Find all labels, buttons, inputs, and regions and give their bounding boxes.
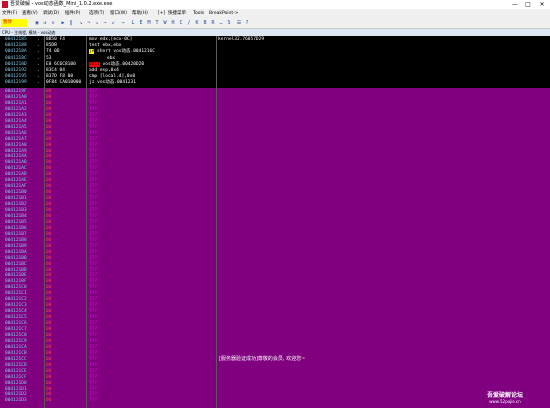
row-instruction: jz vos动态.0041231 xyxy=(89,80,136,86)
help-icon[interactable]: ? xyxy=(244,20,250,26)
code-row[interactable]: 00412195. 837D F8 00 cmp [local.4],0x0 xyxy=(0,74,550,80)
call-stack-icon[interactable]: K xyxy=(194,20,200,26)
menu-window[interactable]: 窗口(W) xyxy=(110,9,127,18)
code-row[interactable]: 0041218C. 53 ebx xyxy=(0,56,550,62)
code-row[interactable]: 00412199. 0F84 CA010000 jz vos动态.0041231 xyxy=(0,80,550,86)
row-marker: . xyxy=(37,55,40,61)
menu-options[interactable]: 选项(T) xyxy=(89,9,104,18)
trace-over-icon[interactable]: ⇒ xyxy=(102,20,108,26)
instruction-operand: vos动态.00420D20 xyxy=(99,61,145,67)
cpu-window-label: CPU - 主线程, 模块 - vos动态 xyxy=(2,30,56,35)
close-debug-icon[interactable]: ✕ xyxy=(50,20,56,26)
row-marker: . xyxy=(37,80,40,86)
row-marker: . xyxy=(37,37,40,42)
code-row[interactable]: 00412192. 83C4 04 add esp,0x4 xyxy=(0,68,550,74)
row-address: 004121D3 xyxy=(5,398,27,404)
maximize-icon[interactable]: □ xyxy=(523,0,533,9)
row-marker: . xyxy=(37,68,40,73)
row-hex: E8 6C6C8100 xyxy=(46,61,76,67)
menu-view[interactable]: 查看(V) xyxy=(22,9,38,18)
row-hex-placeholder: 00 xyxy=(46,398,52,404)
list-icon[interactable]: ☰ xyxy=(236,20,242,26)
row-instruction: ebx xyxy=(107,55,116,61)
breakpoints-icon[interactable]: B xyxy=(202,20,208,26)
menu-help[interactable]: 帮助(H) xyxy=(132,9,148,18)
pause-icon[interactable]: ‖ xyxy=(68,20,74,26)
code-row[interactable]: 0041218A. 74 0D je short vos动态.0041216C xyxy=(0,49,550,55)
step-over-icon[interactable]: ↷ xyxy=(86,20,92,26)
close-icon[interactable]: ✕ xyxy=(537,0,547,9)
watermark-url: www.52pojie.cn xyxy=(489,399,521,404)
cpu-icon[interactable]: C xyxy=(178,20,184,26)
column-divider xyxy=(216,36,217,408)
code-row[interactable]: 0041218D. E8 6C6C8100 call vos动态.00420D20 xyxy=(0,61,550,68)
title-bar: 吾爱破解 - vos动态函数_Mini_1.0.2.exe.exe — □ ✕ xyxy=(0,0,550,9)
run-icon[interactable]: ▶ xyxy=(60,20,66,26)
filler-row[interactable]: 004121D3 00??? xyxy=(0,398,216,404)
step-into-icon[interactable]: ↘ xyxy=(78,20,84,26)
watermark-title: 吾爱破解论坛 xyxy=(487,392,524,399)
cpu-window-title: CPU - 主线程, 模块 - vos动态 xyxy=(0,29,550,36)
instruction-operand: short vos动态.0041216C xyxy=(94,49,155,55)
row-instruction: call vos动态.00420D20 xyxy=(89,61,209,68)
row-marker: . xyxy=(37,43,40,49)
row-instruction-placeholder: ??? xyxy=(89,398,98,404)
restart-icon[interactable]: ↺ xyxy=(42,20,48,26)
column-divider xyxy=(86,36,87,408)
open-icon[interactable]: ▣ xyxy=(34,20,40,26)
app-logo-icon xyxy=(2,1,8,8)
server-status-message: [服务器验证成功]尊敬的会员, 欢迎您~ xyxy=(219,356,306,362)
threads-icon[interactable]: T xyxy=(154,20,160,26)
execute-till-return-icon[interactable]: ⤶ xyxy=(110,20,116,26)
menu-debug[interactable]: 调试(D) xyxy=(43,9,59,18)
row-comment: kernel32.76057D29 xyxy=(218,37,265,42)
run-trace-icon[interactable]: … xyxy=(218,20,224,26)
menu-plugins[interactable]: 插件(P) xyxy=(65,9,80,18)
row-hex: 74 0D xyxy=(46,49,60,55)
executable-modules-icon[interactable]: E xyxy=(138,20,144,26)
menu-breakpoint[interactable]: BreakPoint-> xyxy=(209,9,239,18)
windows-icon[interactable]: W xyxy=(162,20,168,26)
handles-icon[interactable]: H xyxy=(170,20,176,26)
column-divider xyxy=(44,36,45,408)
watermark: 吾爱破解论坛 www.52pojie.cn xyxy=(487,390,523,404)
patches-icon[interactable]: / xyxy=(186,20,192,26)
menu-expand[interactable]: [+] xyxy=(158,9,165,18)
row-hex: 53 xyxy=(46,55,52,61)
source-icon[interactable]: S xyxy=(226,20,232,26)
row-marker: . xyxy=(37,61,40,67)
log-icon[interactable]: L xyxy=(130,20,136,26)
references-icon[interactable]: R xyxy=(210,20,216,26)
window-title: 吾爱破解 - vos动态函数_Mini_1.0.2.exe.exe xyxy=(10,1,113,7)
toolbar: 暂停 ▣ ↺ ✕ ▶ ‖ ↘ ↷ ⇘ ⇒ ⤶ → L E M T W H C /… xyxy=(0,18,550,29)
row-hex: 0F84 CA010000 xyxy=(46,80,82,86)
menu-tools[interactable]: Tools xyxy=(193,9,204,18)
row-instruction: je short vos动态.0041216C xyxy=(89,49,209,55)
goto-icon[interactable]: → xyxy=(120,20,126,26)
menu-file[interactable]: 文件(F) xyxy=(2,9,17,18)
paused-status: 暂停 xyxy=(1,19,27,27)
code-row[interactable]: 00412185. 8B50 F4 mov edx,[ecx-0C] kernel32… xyxy=(0,37,550,43)
menu-shortcut[interactable]: 快捷菜单 xyxy=(168,9,186,18)
code-row[interactable]: 00412188. 85DB test ebx,ebx xyxy=(0,43,550,49)
trace-into-icon[interactable]: ⇘ xyxy=(94,20,100,26)
minimize-icon[interactable]: — xyxy=(510,0,520,9)
row-marker: . xyxy=(37,74,40,80)
menu-bar: 文件(F) 查看(V) 调试(D) 插件(P) 选项(T) 窗口(W) 帮助(H… xyxy=(0,9,550,18)
row-marker: . xyxy=(37,49,40,55)
instruction-mnemonic: call xyxy=(89,61,100,67)
memory-icon[interactable]: M xyxy=(146,20,152,26)
